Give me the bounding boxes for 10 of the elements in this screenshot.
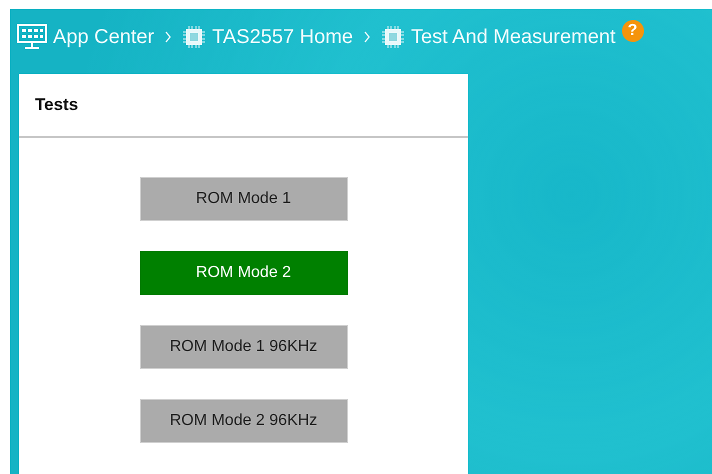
chevron-icon <box>164 31 172 43</box>
panel-title: Tests <box>35 95 78 115</box>
test-button[interactable]: ROM Mode 1 96KHz <box>140 325 348 369</box>
chevron-icon <box>362 31 371 43</box>
test-button[interactable]: ROM Mode 2 96KHz <box>140 399 348 443</box>
chip-icon <box>182 25 206 49</box>
chip-icon <box>380 25 405 49</box>
test-button[interactable]: ROM Mode 1 <box>140 177 348 221</box>
test-button[interactable]: ROM Mode 2 <box>140 251 348 295</box>
monitor-icon <box>17 24 47 50</box>
